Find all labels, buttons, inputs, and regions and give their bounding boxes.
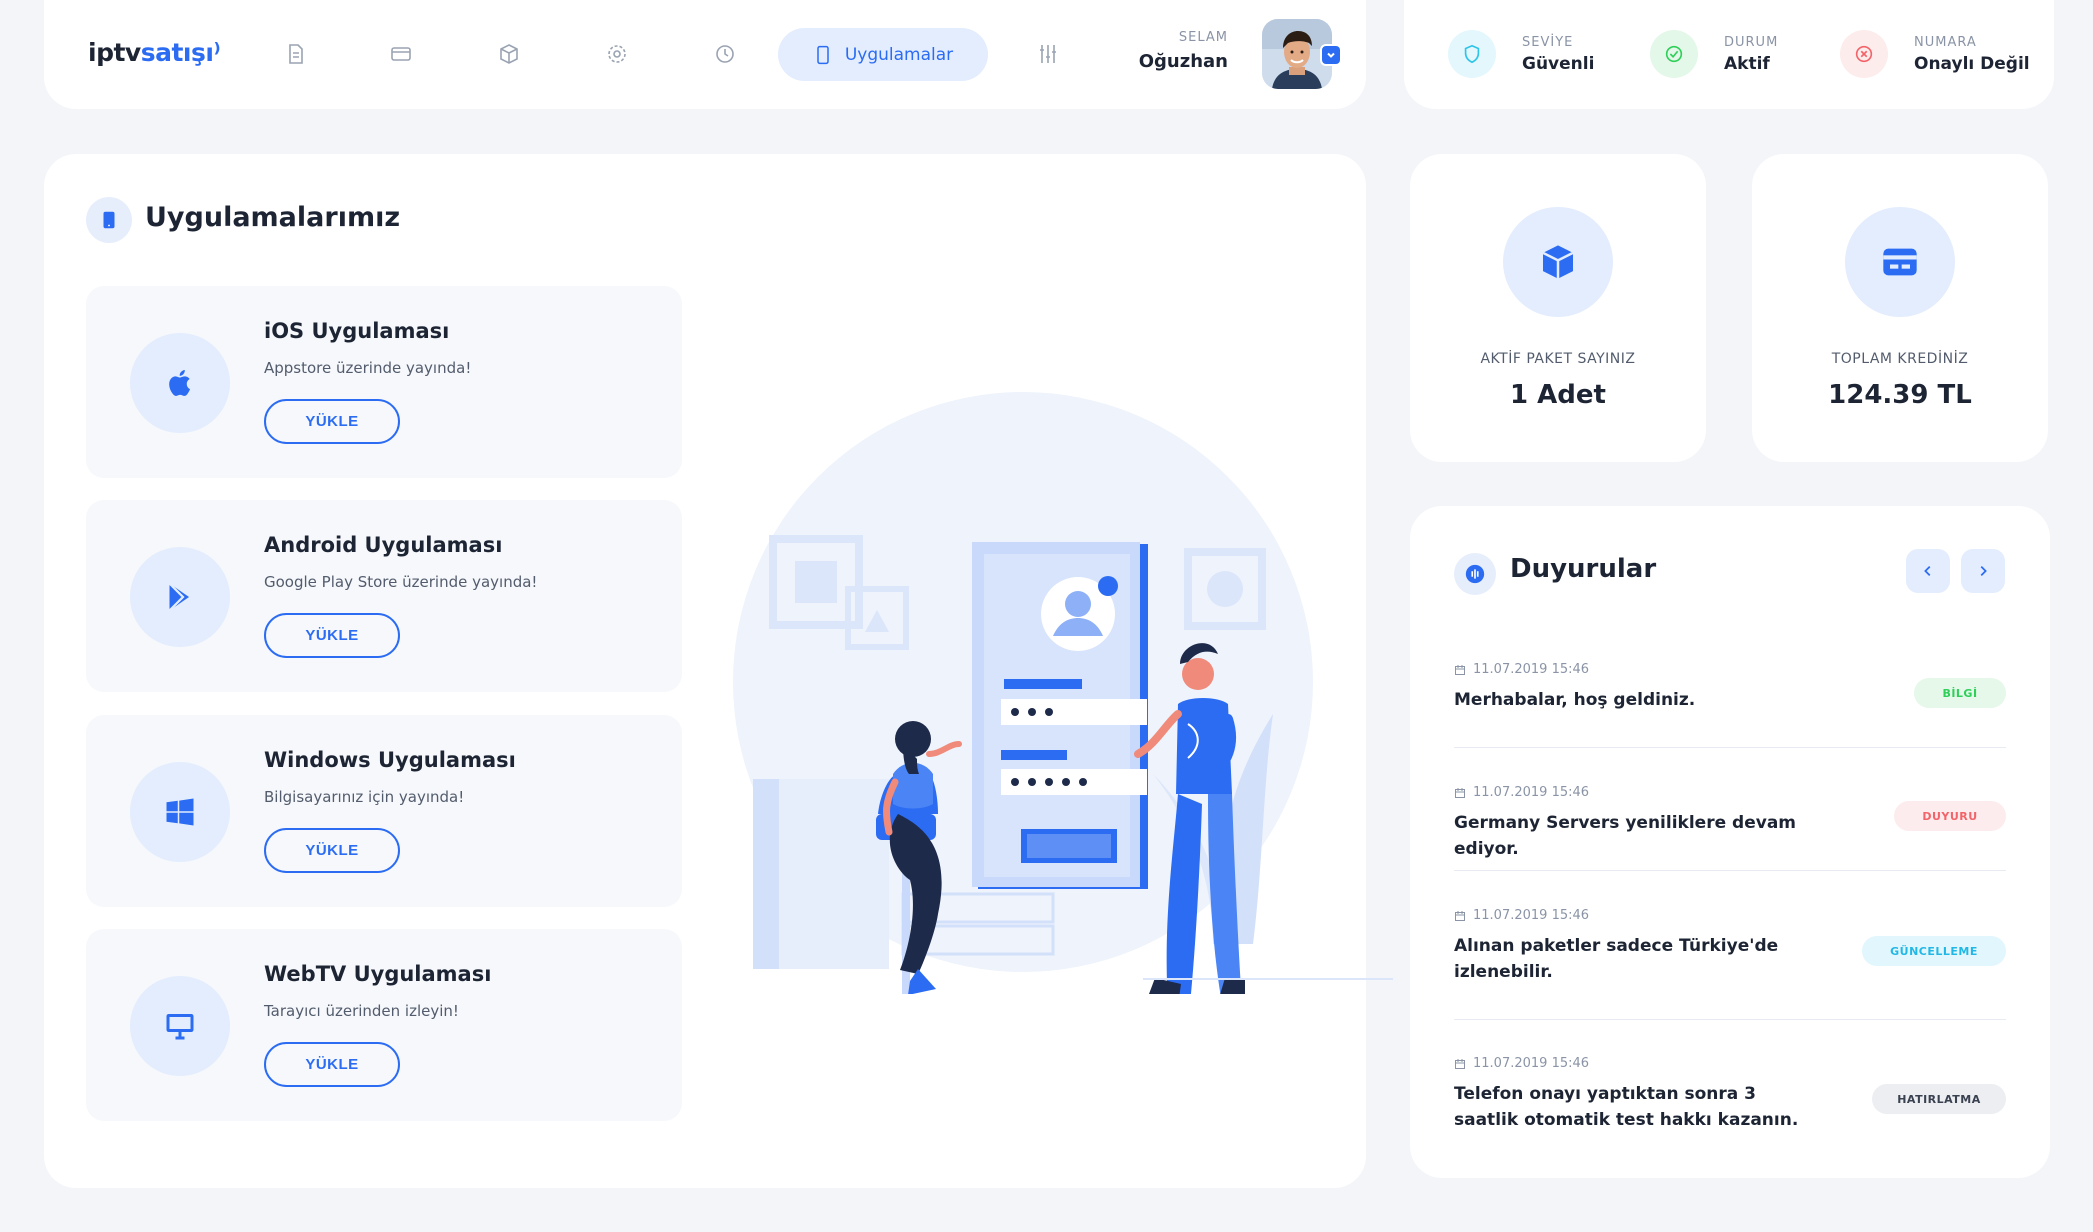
logo-text-satisi: satışı bbox=[140, 38, 214, 67]
install-windows-button[interactable]: YÜKLE bbox=[264, 828, 400, 873]
announcement-date: 11.07.2019 15:46 bbox=[1473, 908, 1590, 923]
chevron-left-icon bbox=[1924, 566, 1931, 576]
divider bbox=[1454, 1019, 2006, 1020]
top-nav-bar: iptvsatışı⁾ Uygulamalar SELAM Oğuzhan bbox=[44, 0, 1366, 109]
app-description: Appstore üzerinde yayında! bbox=[264, 359, 472, 377]
announcement-item[interactable]: 11.07.2019 15:46 Germany Servers yenilik… bbox=[1454, 785, 2006, 862]
app-description: Tarayıcı üzerinden izleyin! bbox=[264, 1002, 459, 1020]
megaphone-icon bbox=[1454, 553, 1496, 595]
account-status-bar: SEVİYE Güvenli DURUM Aktif NUMARA Onaylı De… bbox=[1404, 0, 2054, 109]
user-menu-chevron-icon[interactable] bbox=[1320, 44, 1342, 66]
app-card-ios: iOS Uygulaması Appstore üzerinde yayında… bbox=[86, 286, 682, 478]
calendar-icon bbox=[1455, 1058, 1465, 1069]
app-title: iOS Uygulaması bbox=[264, 319, 450, 343]
calendar-icon bbox=[1455, 664, 1465, 675]
calendar-icon bbox=[1455, 910, 1465, 921]
app-card-windows: Windows Uygulaması Bilgisayarınız için y… bbox=[86, 715, 682, 907]
stat-value: 1 Adet bbox=[1510, 380, 1606, 410]
phone-icon bbox=[817, 45, 829, 64]
announcements-panel: Duyurular 11.07.2019 15:46 Merhabalar, h… bbox=[1410, 506, 2050, 1178]
stat-label: AKTİF PAKET SAYINIZ bbox=[1480, 351, 1636, 367]
status-level-value: Güvenli bbox=[1522, 53, 1595, 74]
announcement-item[interactable]: 11.07.2019 15:46 Alınan paketler sadece … bbox=[1454, 908, 2006, 985]
app-title: Android Uygulaması bbox=[264, 533, 503, 557]
signal-icon: ⁾ bbox=[213, 38, 221, 67]
status-state: DURUM Aktif bbox=[1650, 30, 1778, 78]
shield-icon bbox=[1448, 30, 1496, 78]
install-ios-button[interactable]: YÜKLE bbox=[264, 399, 400, 444]
announcement-date: 11.07.2019 15:46 bbox=[1473, 1056, 1590, 1071]
status-level-label: SEVİYE bbox=[1522, 34, 1574, 50]
install-webtv-button[interactable]: YÜKLE bbox=[264, 1042, 400, 1087]
app-card-android: Android Uygulaması Google Play Store üze… bbox=[86, 500, 682, 692]
active-packages-card: AKTİF PAKET SAYINIZ 1 Adet bbox=[1410, 154, 1706, 462]
announcement-date: 11.07.2019 15:46 bbox=[1473, 785, 1590, 800]
prev-arrow-button[interactable] bbox=[1906, 549, 1950, 593]
greeting-label: SELAM bbox=[1178, 30, 1228, 45]
app-card-webtv: WebTV Uygulaması Tarayıcı üzerinden izle… bbox=[86, 929, 682, 1121]
box-icon bbox=[1503, 207, 1613, 317]
app-title: WebTV Uygulaması bbox=[264, 962, 492, 986]
box-icon[interactable] bbox=[497, 42, 521, 66]
credit-card-icon bbox=[1845, 207, 1955, 317]
announcement-text: Germany Servers yeniliklere devam ediyor… bbox=[1454, 813, 1797, 859]
status-state-value: Aktif bbox=[1724, 53, 1770, 74]
status-number: NUMARA Onaylı Değil bbox=[1840, 30, 2030, 78]
document-icon[interactable] bbox=[284, 42, 308, 66]
app-description: Google Play Store üzerinde yayında! bbox=[264, 573, 538, 591]
applications-panel: Uygulamalarımız iOS Uygulaması Appstore … bbox=[44, 154, 1393, 1188]
announcements-title: Duyurular bbox=[1510, 554, 1657, 584]
announcement-text: Alınan paketler sadece Türkiye'de izlene… bbox=[1454, 936, 1779, 982]
login-illustration bbox=[733, 374, 1393, 1004]
sliders-icon[interactable] bbox=[1036, 42, 1060, 66]
apple-icon bbox=[130, 333, 230, 433]
status-number-value: Onaylı Değil bbox=[1914, 53, 2030, 74]
next-arrow-button[interactable] bbox=[1961, 549, 2005, 593]
logo-text-iptv: iptv bbox=[88, 38, 141, 67]
status-badge: DUYURU bbox=[1894, 801, 2006, 831]
total-credit-card: TOPLAM KREDİNİZ 124.39 TL bbox=[1752, 154, 2048, 462]
announcement-text: Telefon onayı yaptıktan sonra 3 saatlik … bbox=[1454, 1084, 1799, 1130]
play-store-icon bbox=[130, 547, 230, 647]
x-circle-icon bbox=[1840, 30, 1888, 78]
user-greeting: SELAM Oğuzhan bbox=[1139, 30, 1228, 72]
status-badge: GÜNCELLEME bbox=[1862, 936, 2006, 966]
stat-value: 124.39 TL bbox=[1828, 380, 1972, 410]
monitor-icon bbox=[130, 976, 230, 1076]
check-circle-icon bbox=[1650, 30, 1698, 78]
status-level: SEVİYE Güvenli bbox=[1448, 30, 1594, 78]
divider bbox=[1454, 870, 2006, 871]
chevron-right-icon bbox=[1980, 566, 1987, 576]
announcement-item[interactable]: 11.07.2019 15:46 Merhabalar, hoş geldini… bbox=[1454, 662, 2006, 713]
announcement-date: 11.07.2019 15:46 bbox=[1473, 662, 1590, 677]
gear-icon[interactable] bbox=[605, 42, 629, 66]
clock-icon[interactable] bbox=[713, 42, 737, 66]
nav-item-label: Uygulamalar bbox=[844, 44, 954, 65]
card-icon[interactable] bbox=[389, 42, 413, 66]
nav-item-uygulamalar[interactable]: Uygulamalar bbox=[778, 28, 988, 81]
windows-icon bbox=[130, 762, 230, 862]
phone-icon bbox=[86, 197, 132, 243]
announcement-text: Merhabalar, hoş geldiniz. bbox=[1454, 690, 1696, 710]
status-badge: BİLGİ bbox=[1914, 678, 2006, 708]
app-description: Bilgisayarınız için yayında! bbox=[264, 788, 465, 806]
divider bbox=[1454, 747, 2006, 748]
logo[interactable]: iptvsatışı⁾ bbox=[88, 38, 221, 67]
page-title: Uygulamalarımız bbox=[145, 202, 401, 233]
status-badge: HATIRLATMA bbox=[1872, 1084, 2006, 1114]
install-android-button[interactable]: YÜKLE bbox=[264, 613, 400, 658]
app-title: Windows Uygulaması bbox=[264, 748, 516, 772]
stat-label: TOPLAM KREDİNİZ bbox=[1831, 351, 1969, 367]
user-name: Oğuzhan bbox=[1138, 51, 1228, 72]
announcement-item[interactable]: 11.07.2019 15:46 Telefon onayı yaptıktan… bbox=[1454, 1056, 2006, 1133]
status-number-label: NUMARA bbox=[1914, 34, 1977, 50]
status-state-label: DURUM bbox=[1724, 34, 1779, 50]
calendar-icon bbox=[1455, 787, 1465, 798]
